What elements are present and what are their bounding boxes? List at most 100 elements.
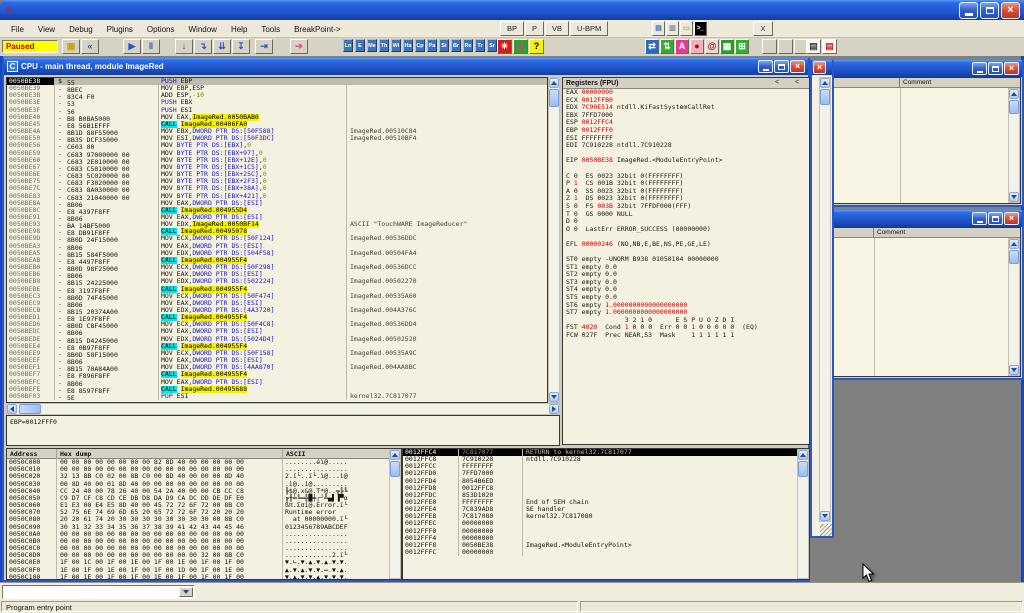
scroll-up-button[interactable] bbox=[1009, 239, 1019, 249]
close-button[interactable]: × bbox=[813, 61, 826, 74]
minimize-button[interactable] bbox=[758, 60, 773, 73]
menu-tools[interactable]: Tools bbox=[254, 23, 287, 36]
disasm-row[interactable]: 0050BE93.BA 14BF5000MOV EDX,ImageRed.005… bbox=[7, 221, 547, 228]
annotate-icon[interactable]: A bbox=[675, 39, 689, 54]
execute-till-return-icon[interactable]: ⇥ bbox=[255, 39, 273, 54]
disasm-row[interactable]: 0050BEE4.E8 0B97F8FFCALL ImageRed.004955… bbox=[7, 343, 547, 350]
menu-file[interactable]: File bbox=[4, 23, 31, 36]
disasm-row[interactable]: 0050BE38$55PUSH EBP bbox=[7, 78, 547, 85]
minimize-button[interactable] bbox=[972, 212, 987, 225]
tool-letter-pa[interactable]: Pa bbox=[427, 39, 437, 52]
disasm-row[interactable]: 0050BF03.5EPOP ESIkernel32.7C817077 bbox=[7, 393, 547, 400]
tool-letter-th[interactable]: Th bbox=[379, 39, 389, 52]
comment-column-header[interactable]: Comment bbox=[900, 78, 931, 87]
disasm-row[interactable]: 0050BEB8.8B15 24225000MOV EDX,DWORD PTR … bbox=[7, 278, 547, 285]
disasm-row[interactable]: 0050BEB6.8B06MOV EAX,DWORD PTR DS:[ESI] bbox=[7, 271, 547, 278]
scroll-thumb[interactable] bbox=[798, 461, 808, 477]
notes-icon[interactable]: ▤ bbox=[652, 21, 665, 36]
disasm-row[interactable]: 0050BEBE.E8 3197F8FFCALL ImageRed.004955… bbox=[7, 286, 547, 293]
open-file-icon[interactable]: ▣ bbox=[62, 39, 80, 54]
disasm-row[interactable]: 0050BEE9.8B0D 58F15000MOV ECX,DWORD PTR … bbox=[7, 350, 547, 357]
scroll-right-button[interactable] bbox=[549, 404, 559, 414]
swap-arrows-icon[interactable]: ⇄ bbox=[645, 39, 659, 54]
disasm-row[interactable]: 0050BE50.8B35 DCF35000MOV ESI,DWORD PTR … bbox=[7, 135, 547, 142]
disasm-row[interactable]: 0050BE7C.C683 8A030000 00MOV BYTE PTR DS… bbox=[7, 185, 547, 192]
toolbar-close-button[interactable]: X bbox=[753, 21, 773, 36]
maximize-button[interactable] bbox=[988, 62, 1003, 75]
scroll-thumb[interactable] bbox=[1009, 100, 1019, 114]
disasm-row[interactable]: 0050BE9D.8B0D 24F15000MOV ECX,DWORD PTR … bbox=[7, 235, 547, 242]
dropdown-button[interactable] bbox=[179, 587, 193, 597]
scroll-left-button[interactable] bbox=[7, 404, 17, 414]
button-bp[interactable]: BP bbox=[500, 21, 524, 36]
collapse-button[interactable]: < bbox=[771, 79, 783, 86]
scroll-up-button[interactable] bbox=[1009, 89, 1019, 99]
disasm-row[interactable]: 0050BED1.E8 1E97F8FFCALL ImageRed.004955… bbox=[7, 314, 547, 321]
register-line[interactable]: EDI 7C910228 ntdll.7C910228 bbox=[563, 142, 809, 150]
tool-letter-br[interactable]: Br bbox=[451, 39, 461, 52]
disasm-row[interactable]: 0050BE4A.8B1D 88F55000MOV EBX,DWORD PTR … bbox=[7, 128, 547, 135]
menu-window[interactable]: Window bbox=[182, 23, 224, 36]
dump-vscrollbar[interactable] bbox=[389, 449, 401, 579]
disasm-row[interactable]: 0050BE8A.8B06MOV EAX,DWORD PTR DS:[ESI] bbox=[7, 200, 547, 207]
vertical-scrollbar[interactable] bbox=[819, 77, 831, 522]
go-to-address-icon[interactable]: ➔ bbox=[290, 39, 308, 54]
disasm-row[interactable]: 0050BEA3.8B06MOV EAX,DWORD PTR DS:[ESI] bbox=[7, 243, 547, 250]
dump-row[interactable]: 0050C1001F 00 1E 00 1F 00 1F 00 1E 00 1F… bbox=[7, 574, 401, 580]
register-line[interactable]: FCW 027F Prec NEAR,53 Mask 1 1 1 1 1 1 bbox=[563, 332, 809, 340]
disasm-row[interactable]: 0050BED6.8B0D C8F45000MOV ECX,DWORD PTR … bbox=[7, 321, 547, 328]
scroll-down-button[interactable] bbox=[1009, 192, 1019, 202]
disasm-row[interactable]: 0050BEFC.8B06MOV EAX,DWORD PTR DS:[ESI] bbox=[7, 379, 547, 386]
disasm-row[interactable]: 0050BE6E.C683 5C020000 00MOV BYTE PTR DS… bbox=[7, 171, 547, 178]
vertical-scrollbar[interactable] bbox=[1008, 88, 1020, 203]
trace-over-icon[interactable]: ↧ bbox=[232, 39, 250, 54]
tool-letter-st[interactable]: St bbox=[439, 39, 449, 52]
maximize-button[interactable] bbox=[774, 60, 789, 73]
comment-window-2-titlebar[interactable]: × bbox=[828, 210, 1022, 227]
tool-letter-ha[interactable]: Ha bbox=[403, 39, 413, 52]
menu-breakpoint[interactable]: BreakPoint-> bbox=[287, 23, 347, 36]
disasm-row[interactable]: 0050BE83.C683 21040000 00MOV BYTE PTR DS… bbox=[7, 193, 547, 200]
disassembly-hscrollbar[interactable] bbox=[6, 403, 560, 415]
disasm-row[interactable]: 0050BE3F.56PUSH ESI bbox=[7, 107, 547, 114]
disasm-row[interactable]: 0050BEC9.8B06MOV EAX,DWORD PTR DS:[ESI] bbox=[7, 300, 547, 307]
maximize-button[interactable] bbox=[988, 212, 1003, 225]
blank-button[interactable] bbox=[762, 39, 777, 54]
disasm-row[interactable]: 0050BE75.C683 F3020000 00MOV BYTE PTR DS… bbox=[7, 178, 547, 185]
document-icon[interactable]: ▥ bbox=[666, 21, 679, 36]
tool-letter-sr[interactable]: Sr bbox=[487, 39, 497, 52]
blank-button[interactable] bbox=[778, 39, 793, 54]
register-line[interactable]: EFL 00000246 (NO,NB,E,BE,NS,PE,GE,LE) bbox=[563, 241, 809, 249]
disasm-row[interactable]: 0050BEF7.E8 F896F8FFCALL ImageRed.004955… bbox=[7, 371, 547, 378]
disassembly-vscrollbar[interactable] bbox=[548, 77, 560, 403]
disasm-row[interactable]: 0050BE40.B8 B0BA5000MOV EAX,ImageRed.005… bbox=[7, 114, 547, 121]
tool-letter-re[interactable]: Re bbox=[463, 39, 473, 52]
minimize-button[interactable] bbox=[959, 2, 978, 19]
register-line[interactable]: T 0 GS 0000 NULL bbox=[563, 211, 809, 219]
console-icon[interactable]: >_ bbox=[694, 21, 707, 36]
disasm-row[interactable]: 0050BEFE.E8 8597F8FFCALL ImageRed.004956… bbox=[7, 386, 547, 393]
menu-plugins[interactable]: Plugins bbox=[100, 23, 140, 36]
collapse-button[interactable]: < bbox=[791, 79, 803, 86]
scroll-down-button[interactable] bbox=[820, 511, 830, 521]
scroll-down-button[interactable] bbox=[549, 392, 559, 402]
menu-help[interactable]: Help bbox=[224, 23, 254, 36]
button-vb[interactable]: VB bbox=[545, 21, 569, 36]
tool-letter-ln[interactable]: Ln bbox=[343, 39, 353, 52]
disasm-row[interactable]: 0050BE59.C683 97000000 00MOV BYTE PTR DS… bbox=[7, 150, 547, 157]
tool-letter-e[interactable]: E bbox=[355, 39, 365, 52]
menu-debug[interactable]: Debug bbox=[62, 23, 100, 36]
close-button[interactable]: × bbox=[1004, 62, 1019, 75]
scroll-up-button[interactable] bbox=[390, 450, 400, 460]
disasm-row[interactable]: 0050BE98.E8 DB91F8FFCALL ImageRed.004950… bbox=[7, 228, 547, 235]
options-gear-icon[interactable]: ✳ bbox=[497, 39, 512, 54]
vertical-scrollbar[interactable] bbox=[1008, 238, 1020, 376]
open-folder-icon[interactable]: ▭ bbox=[680, 21, 693, 36]
list-marked-icon[interactable]: ▤ bbox=[822, 39, 837, 54]
pause-icon[interactable]: ‖ bbox=[142, 39, 160, 54]
tool-letter-me[interactable]: Me bbox=[367, 39, 377, 52]
close-button[interactable]: × bbox=[1004, 212, 1019, 225]
step-into-icon[interactable]: ↓ bbox=[175, 39, 193, 54]
menu-options[interactable]: Options bbox=[140, 23, 182, 36]
tool-letter-cp[interactable]: Cp bbox=[415, 39, 425, 52]
